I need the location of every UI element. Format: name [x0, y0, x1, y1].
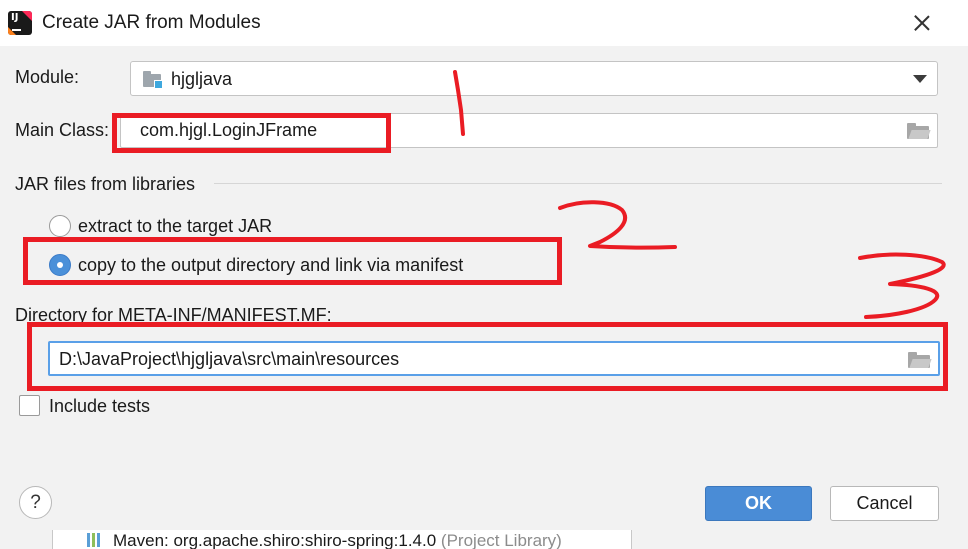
title-bar: IJ Create JAR from Modules — [0, 0, 968, 46]
module-combobox[interactable]: hjgljava — [130, 61, 938, 96]
help-button[interactable]: ? — [19, 486, 52, 519]
intellij-idea-icon: IJ — [8, 11, 32, 35]
background-library-row: Maven: org.apache.shiro:shiro-spring:1.4… — [52, 530, 632, 549]
annotation-box-main-class — [112, 113, 391, 153]
main-class-label: Main Class: — [15, 120, 110, 140]
dialog-title: Create JAR from Modules — [42, 12, 261, 33]
background-library-text: Maven: org.apache.shiro:shiro-spring:1.4… — [113, 531, 562, 549]
module-folder-icon — [143, 71, 163, 89]
annotation-number-2 — [558, 200, 677, 250]
cancel-button[interactable]: Cancel — [830, 486, 939, 521]
annotation-number-3 — [858, 252, 946, 319]
annotation-box-copy-option — [23, 237, 562, 285]
ok-button[interactable]: OK — [705, 486, 812, 521]
jar-libraries-section-title: JAR files from libraries — [15, 174, 196, 194]
annotation-box-manifest-dir — [27, 322, 948, 391]
browse-folder-icon[interactable] — [907, 122, 931, 140]
library-icon — [87, 533, 101, 547]
section-divider — [214, 183, 942, 184]
radio-extract-label[interactable]: extract to the target JAR — [78, 216, 272, 237]
close-icon[interactable] — [906, 8, 938, 38]
include-tests-label[interactable]: Include tests — [49, 396, 150, 417]
module-label: Module: — [15, 67, 80, 87]
module-value: hjgljava — [171, 69, 233, 89]
chevron-down-icon[interactable] — [913, 75, 927, 83]
include-tests-checkbox[interactable] — [19, 395, 40, 416]
radio-extract-to-jar[interactable] — [49, 215, 71, 237]
